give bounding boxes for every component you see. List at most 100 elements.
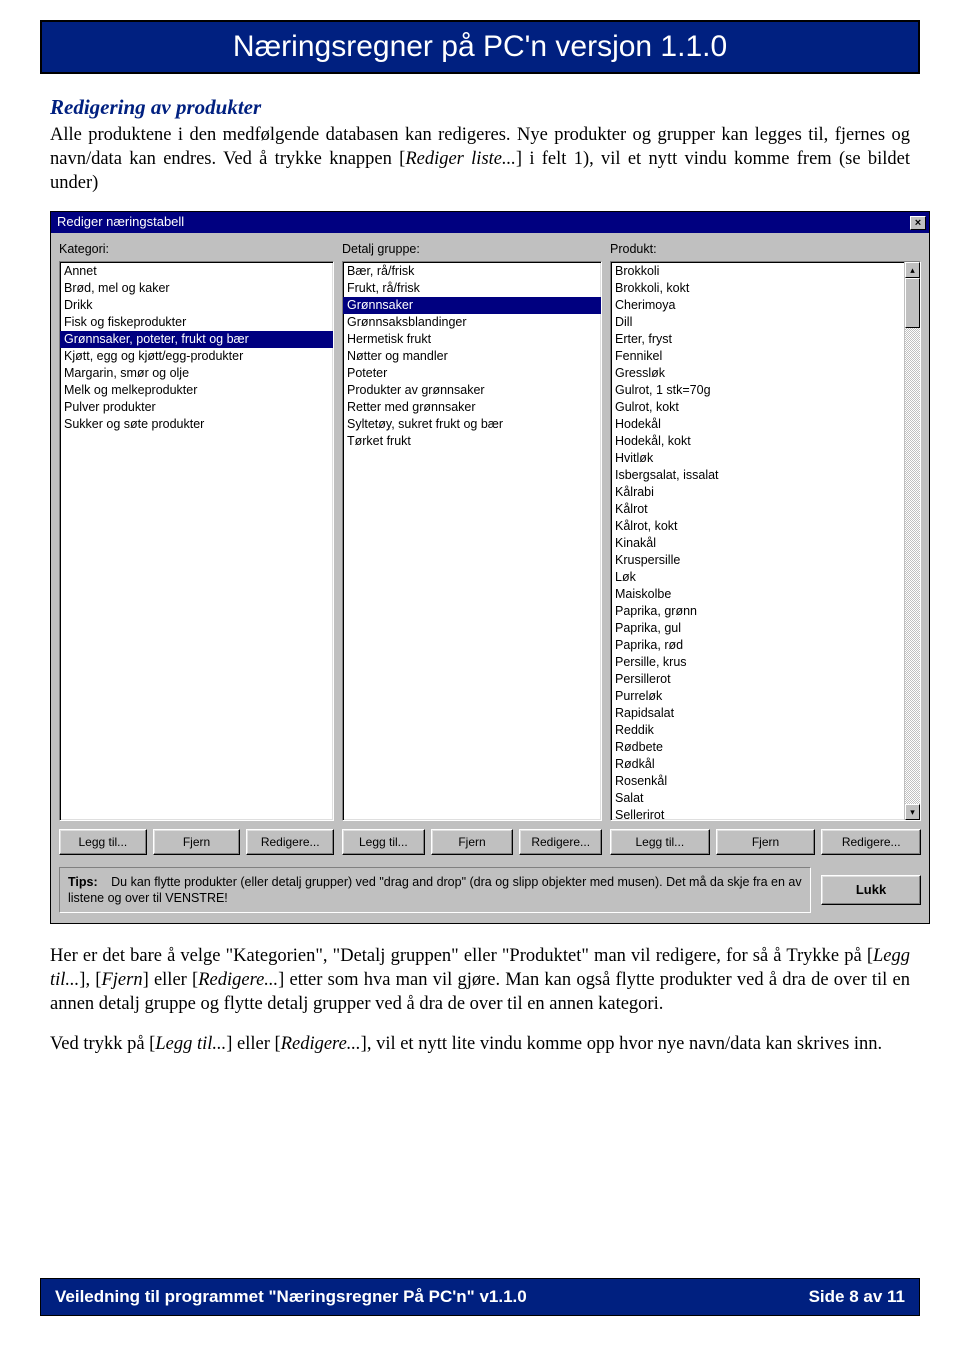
list-item[interactable]: Persille, krus <box>611 654 904 671</box>
list-item[interactable]: Gulrot, kokt <box>611 399 904 416</box>
list-item[interactable]: Rødkål <box>611 756 904 773</box>
list-item[interactable]: Brokkoli, kokt <box>611 280 904 297</box>
list-item[interactable]: Brokkoli <box>611 263 904 280</box>
close-button[interactable]: Lukk <box>821 875 921 905</box>
detalj-add-button[interactable]: Legg til... <box>342 829 425 855</box>
intro-paragraph: Alle produktene i den medfølgende databa… <box>50 123 910 195</box>
list-item[interactable]: Kruspersille <box>611 552 904 569</box>
kategori-label: Kategori: <box>59 241 334 257</box>
tips-text: Du kan flytte produkter (eller detalj gr… <box>68 875 802 905</box>
list-item[interactable]: Fisk og fiskeprodukter <box>60 314 333 331</box>
list-item[interactable]: Hermetisk frukt <box>343 331 601 348</box>
list-item[interactable]: Melk og melkeprodukter <box>60 382 333 399</box>
list-item[interactable]: Gressløk <box>611 365 904 382</box>
list-item[interactable]: Drikk <box>60 297 333 314</box>
list-item[interactable]: Fennikel <box>611 348 904 365</box>
list-item[interactable]: Grønnsaksblandinger <box>343 314 601 331</box>
list-item[interactable]: Retter med grønnsaker <box>343 399 601 416</box>
p3-i2: Redigere... <box>281 1034 361 1054</box>
list-item[interactable]: Kålrot <box>611 501 904 518</box>
list-item[interactable]: Gulrot, 1 stk=70g <box>611 382 904 399</box>
section-heading: Redigering av produkter <box>50 94 910 121</box>
paragraph-2: Her er det bare å velge "Kategorien", "D… <box>50 944 910 1016</box>
list-item[interactable]: Hvitløk <box>611 450 904 467</box>
page-header: Næringsregner på PC'n versjon 1.1.0 <box>40 20 920 74</box>
list-item[interactable]: Paprika, rød <box>611 637 904 654</box>
p2-i2: Fjern <box>101 970 142 990</box>
list-item[interactable]: Nøtter og mandler <box>343 348 601 365</box>
produkt-remove-button[interactable]: Fjern <box>716 829 816 855</box>
scrollbar-thumb[interactable] <box>905 278 920 328</box>
produkt-column: Produkt: BrokkoliBrokkoli, koktCherimoya… <box>610 241 921 854</box>
list-item[interactable]: Hodekål <box>611 416 904 433</box>
list-item[interactable]: Isbergsalat, issalat <box>611 467 904 484</box>
list-item[interactable]: Frukt, rå/frisk <box>343 280 601 297</box>
list-item[interactable]: Cherimoya <box>611 297 904 314</box>
list-item[interactable]: Rødbete <box>611 739 904 756</box>
p2-a: Her er det bare å velge "Kategorien", "D… <box>50 946 873 966</box>
list-item[interactable]: Salat <box>611 790 904 807</box>
tips-row: Tips: Du kan flytte produkter (eller det… <box>51 863 929 924</box>
close-icon[interactable]: × <box>910 216 926 230</box>
list-item[interactable]: Margarin, smør og olje <box>60 365 333 382</box>
list-item[interactable]: Løk <box>611 569 904 586</box>
paragraph-3: Ved trykk på [Legg til...] eller [Redige… <box>50 1032 910 1056</box>
produkt-listbox[interactable]: BrokkoliBrokkoli, koktCherimoyaDillErter… <box>610 261 921 821</box>
p2-b: ], [ <box>79 970 101 990</box>
kategori-remove-button[interactable]: Fjern <box>153 829 241 855</box>
scroll-up-icon[interactable]: ▴ <box>905 262 920 278</box>
list-item[interactable]: Kålrot, kokt <box>611 518 904 535</box>
list-item[interactable]: Paprika, grønn <box>611 603 904 620</box>
detalj-remove-button[interactable]: Fjern <box>431 829 514 855</box>
list-item[interactable]: Kinakål <box>611 535 904 552</box>
list-item[interactable]: Bær, rå/frisk <box>343 263 601 280</box>
list-item[interactable]: Pulver produkter <box>60 399 333 416</box>
kategori-add-button[interactable]: Legg til... <box>59 829 147 855</box>
kategori-column: Kategori: AnnetBrød, mel og kakerDrikkFi… <box>59 241 334 854</box>
list-item[interactable]: Hodekål, kokt <box>611 433 904 450</box>
kategori-listbox[interactable]: AnnetBrød, mel og kakerDrikkFisk og fisk… <box>59 261 334 821</box>
list-item[interactable]: Kjøtt, egg og kjøtt/egg-produkter <box>60 348 333 365</box>
list-item[interactable]: Paprika, gul <box>611 620 904 637</box>
intro-text-italic: Rediger liste... <box>405 149 516 169</box>
detalj-column: Detalj gruppe: Bær, rå/friskFrukt, rå/fr… <box>342 241 602 854</box>
list-item[interactable]: Rosenkål <box>611 773 904 790</box>
p2-i3: Redigere... <box>198 970 278 990</box>
list-item[interactable]: Maiskolbe <box>611 586 904 603</box>
scrollbar-track[interactable] <box>905 278 920 804</box>
produkt-edit-button[interactable]: Redigere... <box>821 829 921 855</box>
produkt-label: Produkt: <box>610 241 921 257</box>
detalj-edit-button[interactable]: Redigere... <box>519 829 602 855</box>
list-item[interactable]: Rapidsalat <box>611 705 904 722</box>
list-item[interactable]: Annet <box>60 263 333 280</box>
p3-a: Ved trykk på [ <box>50 1034 155 1054</box>
dialog-titlebar: Rediger næringstabell × <box>51 212 929 233</box>
list-item[interactable]: Brød, mel og kaker <box>60 280 333 297</box>
list-item[interactable]: Grønnsaker, poteter, frukt og bær <box>60 331 333 348</box>
list-item[interactable]: Kålrabi <box>611 484 904 501</box>
list-item[interactable]: Sellerirot <box>611 807 904 821</box>
list-item[interactable]: Persillerot <box>611 671 904 688</box>
list-item[interactable]: Syltetøy, sukret frukt og bær <box>343 416 601 433</box>
list-item[interactable]: Produkter av grønnsaker <box>343 382 601 399</box>
list-item[interactable]: Tørket frukt <box>343 433 601 450</box>
list-item[interactable]: Grønnsaker <box>343 297 601 314</box>
p3-c: ], vil et nytt lite vindu komme opp hvor… <box>361 1034 883 1054</box>
detalj-label: Detalj gruppe: <box>342 241 602 257</box>
list-item[interactable]: Poteter <box>343 365 601 382</box>
edit-nutrition-dialog: Rediger næringstabell × Kategori: AnnetB… <box>50 211 930 924</box>
list-item[interactable]: Reddik <box>611 722 904 739</box>
scroll-down-icon[interactable]: ▾ <box>905 804 920 820</box>
produkt-add-button[interactable]: Legg til... <box>610 829 710 855</box>
p3-i1: Legg til... <box>155 1034 226 1054</box>
tips-box: Tips: Du kan flytte produkter (eller det… <box>59 867 811 914</box>
list-item[interactable]: Dill <box>611 314 904 331</box>
kategori-edit-button[interactable]: Redigere... <box>246 829 334 855</box>
produkt-scrollbar[interactable]: ▴ ▾ <box>904 262 920 820</box>
list-item[interactable]: Erter, fryst <box>611 331 904 348</box>
footer-right: Side 8 av 11 <box>809 1287 905 1307</box>
detalj-listbox[interactable]: Bær, rå/friskFrukt, rå/friskGrønnsakerGr… <box>342 261 602 821</box>
p2-c: ] eller [ <box>143 970 199 990</box>
list-item[interactable]: Purreløk <box>611 688 904 705</box>
list-item[interactable]: Sukker og søte produkter <box>60 416 333 433</box>
